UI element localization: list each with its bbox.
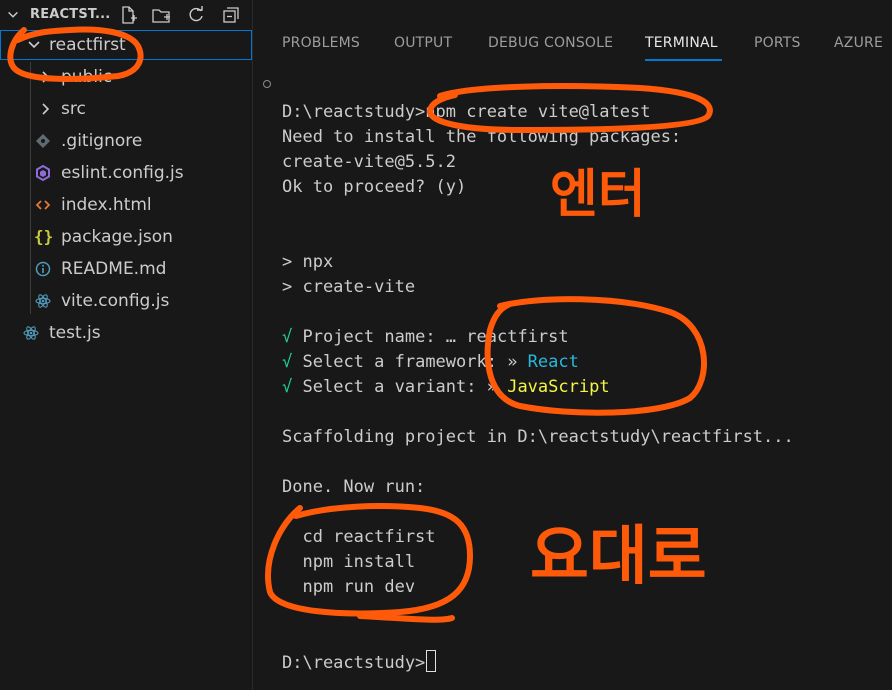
prompt-value: reactfirst: [466, 327, 569, 347]
check-mark: √: [282, 327, 293, 347]
check-mark: √: [282, 377, 293, 397]
tab-output[interactable]: OUTPUT: [394, 35, 452, 51]
terminal-line: Ok to proceed? (y): [282, 177, 467, 197]
terminal-prompt-line[interactable]: D:\reactstudy>: [282, 650, 437, 675]
tree-item-label: reactfirst: [49, 35, 126, 55]
terminal-line: > create-vite: [282, 277, 416, 297]
tree-item-label: public: [61, 67, 113, 87]
info-icon: [35, 261, 51, 277]
tree-item-label: package.json: [61, 227, 173, 247]
workspace-folder-title[interactable]: REACTST...: [30, 7, 110, 22]
terminal-prompt: D:\reactstudy>: [282, 653, 426, 673]
active-tab-indicator: [645, 59, 722, 61]
refresh-icon[interactable]: [186, 5, 206, 25]
terminal-line: Done. Now run:: [282, 477, 426, 497]
tree-item-public[interactable]: public: [0, 62, 252, 92]
tree-item-label: .gitignore: [61, 131, 143, 151]
tree-item-label: eslint.config.js: [61, 163, 184, 183]
tree-item-readme[interactable]: README.md: [0, 254, 252, 284]
tree-item-eslint-config[interactable]: eslint.config.js: [0, 158, 252, 188]
tree-item-label: test.js: [49, 323, 101, 343]
terminal-line: cd reactfirst: [282, 527, 436, 547]
terminal-line: D:\reactstudy>npm create vite@latest: [282, 102, 651, 122]
chevron-right-icon[interactable]: [38, 101, 54, 117]
terminal-line: npm run dev: [282, 577, 416, 597]
terminal-line: Need to install the following packages:: [282, 127, 682, 147]
chevron-down-icon[interactable]: [6, 8, 20, 22]
tree-item-test-js[interactable]: test.js: [0, 318, 252, 348]
tree-item-vite-config[interactable]: vite.config.js: [0, 286, 252, 316]
tree-item-src[interactable]: src: [0, 94, 252, 124]
git-icon: [36, 134, 50, 148]
json-icon: {}: [34, 227, 54, 246]
tab-debug-console[interactable]: DEBUG CONSOLE: [488, 35, 613, 51]
chevron-right-icon[interactable]: [38, 69, 54, 85]
terminal-line: √ Select a variant: » JavaScript: [282, 375, 610, 400]
tree-item-label: vite.config.js: [61, 291, 170, 311]
prompt-label: Project name: …: [302, 327, 467, 347]
terminal-output[interactable]: D:\reactstudy>npm create vite@latest Nee…: [282, 100, 794, 673]
chevron-down-icon[interactable]: [26, 37, 42, 53]
eslint-icon: [36, 165, 50, 181]
panel-tabs: PROBLEMS OUTPUT DEBUG CONSOLE TERMINAL P…: [253, 0, 892, 61]
explorer-header: REACTST...: [0, 0, 252, 30]
tree-item-index-html[interactable]: index.html: [0, 190, 252, 220]
prompt-label: Select a variant: »: [302, 377, 508, 397]
react-icon: [35, 294, 51, 308]
terminal-line: √ Select a framework: » React: [282, 350, 579, 375]
tree-item-label: README.md: [61, 259, 167, 279]
bottom-panel: PROBLEMS OUTPUT DEBUG CONSOLE TERMINAL P…: [253, 0, 892, 690]
tab-azure[interactable]: AZURE: [834, 35, 883, 51]
collapse-all-icon[interactable]: [221, 5, 241, 25]
new-folder-icon[interactable]: [151, 5, 171, 25]
react-icon: [23, 326, 39, 340]
prompt-label: Select a framework: »: [302, 352, 528, 372]
tree-item-label: index.html: [61, 195, 152, 215]
tab-ports[interactable]: PORTS: [754, 35, 801, 51]
html-icon: [35, 200, 51, 210]
command-decoration-icon[interactable]: [263, 80, 271, 88]
prompt-value: JavaScript: [507, 377, 610, 397]
terminal-line: create-vite@5.5.2: [282, 152, 456, 172]
explorer-sidebar: REACTST... reactfirst public src .gitign…: [0, 0, 253, 690]
tree-item-label: src: [61, 99, 86, 119]
prompt-value: React: [527, 352, 579, 372]
tab-terminal[interactable]: TERMINAL: [645, 35, 718, 51]
terminal-line: npm install: [282, 552, 416, 572]
check-mark: √: [282, 352, 293, 372]
terminal-line: > npx: [282, 252, 334, 272]
tab-problems[interactable]: PROBLEMS: [282, 35, 360, 51]
new-file-icon[interactable]: [118, 5, 138, 25]
terminal-line: √ Project name: … reactfirst: [282, 325, 569, 350]
terminal-cursor: [426, 650, 437, 672]
tree-item-gitignore[interactable]: .gitignore: [0, 126, 252, 156]
tree-item-package-json[interactable]: {} package.json: [0, 222, 252, 252]
tree-item-reactfirst[interactable]: reactfirst: [0, 30, 252, 60]
terminal-line: Scaffolding project in D:\reactstudy\rea…: [282, 427, 794, 447]
